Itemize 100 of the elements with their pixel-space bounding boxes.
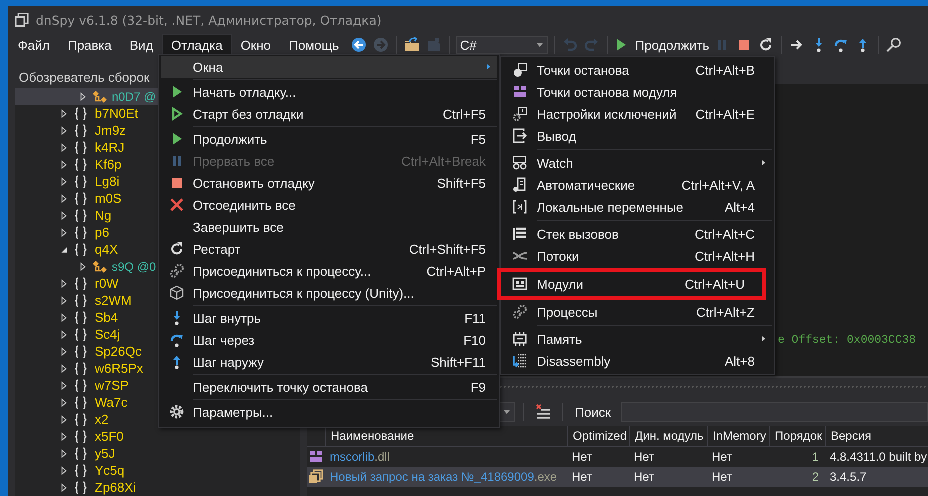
- column-header[interactable]: InMemory: [707, 426, 769, 446]
- table-cell-text: mscorlib.dll: [329, 450, 392, 464]
- menu-item[interactable]: Присоединиться к процессу (Unity)...: [161, 282, 497, 304]
- column-header[interactable]: Порядок: [769, 426, 825, 446]
- menu-item[interactable]: Локальные переменные Alt+4: [503, 196, 772, 218]
- output-icon: [512, 128, 528, 144]
- braces-icon: [73, 396, 89, 410]
- menu-item[interactable]: Окна: [161, 56, 497, 78]
- chip-icon: [512, 331, 528, 347]
- step-over-icon: [169, 332, 185, 348]
- braces-icon: [73, 446, 89, 460]
- table-cell-text: 1: [811, 450, 820, 464]
- menu-item[interactable]: Автоматические Ctrl+Alt+V, A: [503, 174, 772, 196]
- gears-icon: [512, 304, 528, 320]
- table-cell-text: Новый запрос на заказ №_41869009.exe: [329, 470, 558, 484]
- braces-icon: [73, 412, 89, 426]
- stacked-windows-icon: [308, 469, 324, 485]
- menu-item[interactable]: Disassembly Alt+8: [503, 350, 772, 372]
- braces-icon: [73, 124, 89, 138]
- braces-icon: [73, 378, 89, 392]
- code-line: e Offset: 0x0003CC38: [778, 334, 918, 347]
- menu-item[interactable]: Шаг наружу Shift+F11: [161, 351, 497, 373]
- clear-list-icon: [535, 404, 551, 420]
- panel-title: Обозреватель сборок: [19, 70, 150, 84]
- expanded-triangle-icon: [60, 244, 69, 254]
- disk-icon: [426, 37, 442, 53]
- glasses-icon: [512, 155, 528, 171]
- column-header[interactable]: Версия: [825, 426, 928, 446]
- table-row[interactable]: Новый запрос на заказ №_41869009.exe Нет Нет Нет 2 3.4.5.7: [307, 467, 928, 487]
- menu-item[interactable]: Стек вызовов Ctrl+Alt+C: [503, 223, 772, 245]
- braces-icon: [73, 294, 89, 308]
- braces-icon: [73, 158, 89, 172]
- braces-icon: [73, 362, 89, 376]
- column-header[interactable]: Дин. модуль: [629, 426, 707, 446]
- menu-item[interactable]: Настройки исключений Ctrl+Alt+E: [503, 103, 772, 125]
- menu-item[interactable]: Потоки Ctrl+Alt+H: [503, 245, 772, 267]
- menu-item[interactable]: Присоединиться к процессу... Ctrl+Alt+P: [161, 260, 497, 282]
- menu-item[interactable]: Память: [503, 328, 772, 350]
- menu-item[interactable]: Точки останова Ctrl+Alt+B: [503, 59, 772, 81]
- class-icon: [92, 258, 108, 274]
- menu-item[interactable]: Продолжить F5: [161, 128, 497, 150]
- menu-bar-item[interactable]: Вид: [120, 34, 162, 56]
- braces-icon: [73, 480, 89, 494]
- search-label: Поиск: [575, 404, 612, 420]
- cross-icon: [169, 197, 185, 213]
- menu-item[interactable]: Старт без отладки Ctrl+F5: [161, 103, 497, 125]
- menu-item[interactable]: Шаг через F10: [161, 329, 497, 351]
- tree-item[interactable]: Zp68Xi: [15, 479, 300, 496]
- menu-item[interactable]: Шаг внутрь F11: [161, 307, 497, 329]
- menu-item[interactable]: Watch: [503, 152, 772, 174]
- table-cell-text: Нет: [633, 450, 656, 464]
- undo-icon: [562, 37, 578, 53]
- table-row[interactable]: mscorlib.dll Нет Нет Нет 1 4.8.4311.0 built by: [307, 447, 928, 467]
- braces-icon: [73, 344, 89, 358]
- menu-item[interactable]: Параметры...: [161, 401, 497, 423]
- menu-item[interactable]: Остановить отладку Shift+F5: [161, 172, 497, 194]
- blocks-icon: [308, 449, 324, 465]
- menu-bar-item[interactable]: Правка: [58, 34, 121, 56]
- tree-item[interactable]: y5J: [15, 445, 300, 462]
- braces-icon: [73, 208, 89, 222]
- table-cell-text: Нет: [711, 450, 734, 464]
- braces-icon: [73, 464, 89, 478]
- table-cell-text: Нет: [571, 470, 594, 484]
- braces-icon: [73, 276, 89, 290]
- breakpoint-window-icon: [512, 62, 528, 78]
- code-lines-icon: [512, 353, 528, 369]
- window-icon: [15, 13, 29, 27]
- back-icon: [351, 37, 368, 53]
- gears-icon: [169, 263, 185, 279]
- menu-item[interactable]: Вывод: [503, 125, 772, 147]
- menu-item[interactable]: Переключить точку останова F9: [161, 376, 497, 398]
- menu-bar-item[interactable]: Файл: [9, 34, 59, 56]
- language-dropdown[interactable]: C#: [456, 36, 548, 54]
- braces-icon: [73, 192, 89, 206]
- menu-item[interactable]: Модули Ctrl+Alt+U: [503, 273, 762, 295]
- menu-bar-item[interactable]: Помощь: [280, 34, 348, 56]
- tree-item[interactable]: Yc5q: [15, 462, 300, 479]
- gear-window-icon: [512, 106, 528, 122]
- braces-icon: [73, 226, 89, 240]
- brackets-icon: [512, 199, 528, 215]
- forward-icon: [373, 37, 390, 53]
- table-cell-text: Нет: [711, 470, 734, 484]
- menu-item[interactable]: Точки останова модуля: [503, 81, 772, 103]
- menu-item[interactable]: Рестарт Ctrl+Shift+F5: [161, 238, 497, 260]
- braces-icon: [73, 430, 89, 444]
- table-cell-text: 3.4.5.7: [829, 470, 868, 484]
- menu-item[interactable]: Завершить все: [161, 216, 497, 238]
- menu-bar-item[interactable]: Окно: [232, 34, 280, 56]
- continue-button[interactable]: Продолжить: [612, 35, 711, 55]
- table-cell-text: Нет: [571, 450, 594, 464]
- menu-item[interactable]: Процессы Ctrl+Alt+Z: [503, 301, 772, 323]
- window-title: dnSpy v6.1.8 (32-bit, .NET, Администратор, Отладка): [36, 12, 382, 28]
- menu-bar-item[interactable]: Отладка: [162, 34, 232, 56]
- menu-item[interactable]: Отсоединить все: [161, 194, 497, 216]
- blocks-icon: [512, 84, 528, 100]
- tree-item[interactable]: x5F0: [15, 428, 300, 445]
- braces-icon: [73, 242, 89, 256]
- column-header[interactable]: Optimized: [567, 426, 629, 446]
- restart-icon: [169, 241, 185, 257]
- braces-icon: [73, 310, 89, 324]
